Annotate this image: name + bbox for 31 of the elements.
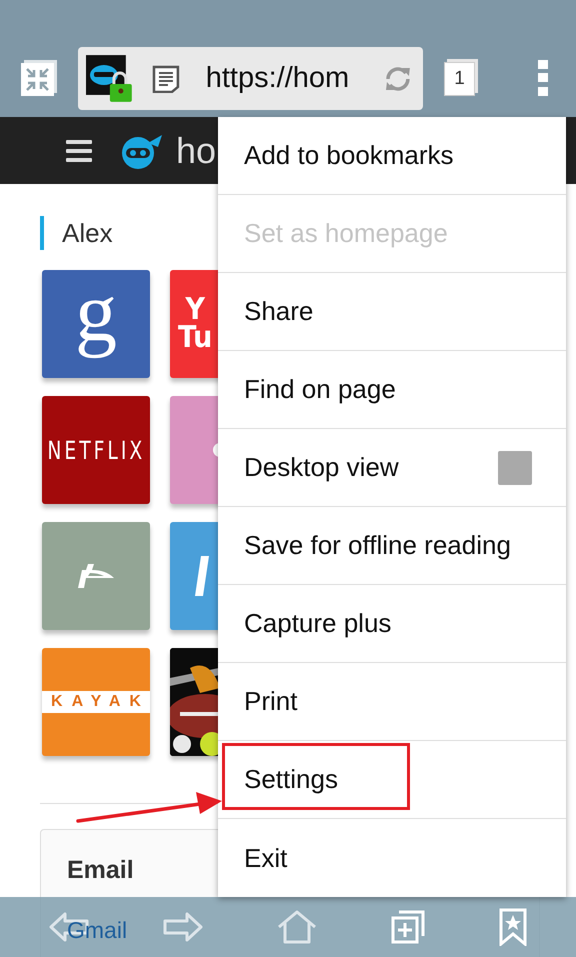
menu-item[interactable]: Settings (218, 741, 566, 819)
site-lock-icon (86, 54, 134, 102)
menu-item[interactable]: Save for offline reading (218, 507, 566, 585)
tile-label: KAYAK (42, 691, 150, 713)
collapse-icon[interactable] (21, 60, 57, 96)
tile-label: Y Tu (178, 296, 212, 352)
checkbox[interactable] (498, 450, 532, 484)
app-tile[interactable]: g (42, 270, 150, 378)
url-text: https://hom (206, 62, 350, 95)
logo-icon (195, 556, 209, 596)
card-title: Email (67, 856, 134, 885)
menu-item[interactable]: Desktop view (218, 429, 566, 507)
tile-label: NETFLIX (47, 436, 145, 464)
app-tile[interactable] (42, 522, 150, 630)
menu-item[interactable]: Exit (218, 819, 566, 897)
menu-item[interactable]: Capture plus (218, 585, 566, 663)
bookmark-icon[interactable] (499, 908, 527, 946)
menu-item[interactable]: Share (218, 273, 566, 351)
logo-icon (76, 564, 116, 588)
menu-item[interactable]: Add to bookmarks (218, 117, 566, 195)
menu-icon[interactable] (66, 140, 92, 162)
reader-icon[interactable] (152, 64, 180, 92)
app-tile[interactable]: NETFLIX (42, 396, 150, 504)
new-tab-icon[interactable] (391, 910, 425, 944)
tab-count[interactable]: 1 (444, 62, 475, 96)
address-bar[interactable]: https://hom (78, 47, 423, 110)
logo-text: ho (176, 130, 216, 172)
home-icon[interactable] (277, 910, 317, 944)
menu-item[interactable]: Print (218, 663, 566, 741)
forward-icon[interactable] (163, 911, 203, 943)
menu-item[interactable]: Find on page (218, 351, 566, 429)
